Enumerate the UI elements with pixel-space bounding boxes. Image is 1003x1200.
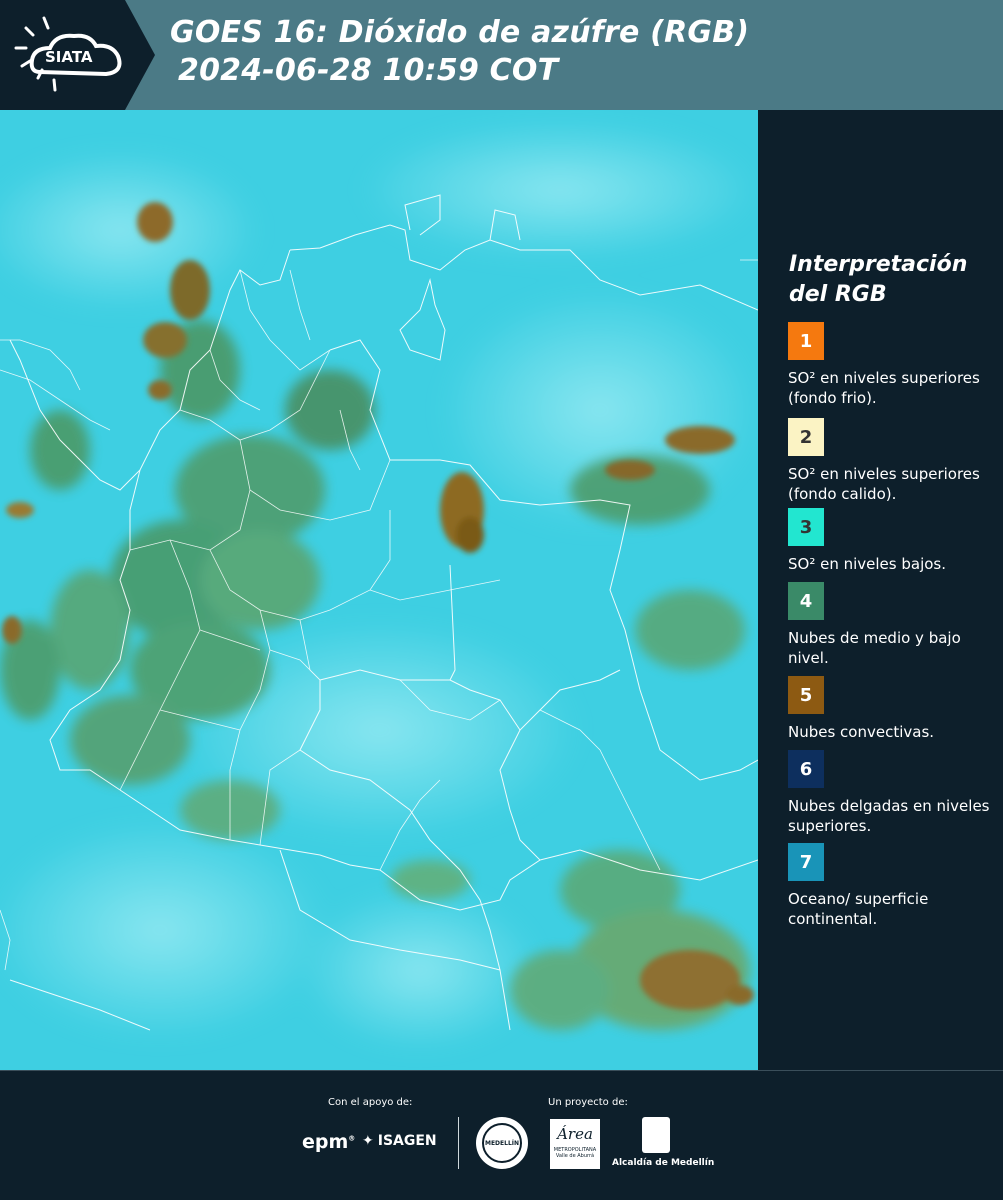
legend-label-4: Nubes de medio y bajo nivel. <box>788 629 961 667</box>
satellite-imagery <box>0 110 758 1070</box>
legend-panel: Interpretación del RGB 1 SO² en niveles … <box>758 110 1003 1070</box>
isagen-logo-text: ISAGEN <box>377 1133 437 1149</box>
legend-label-6: Nubes delgadas en niveles superiores. <box>788 797 990 835</box>
legend-swatch-2: 2 <box>788 418 824 456</box>
legend-swatch-4: 4 <box>788 582 824 620</box>
epm-logo-text: epm <box>302 1131 349 1153</box>
legend-item-4: 4 Nubes de medio y bajo nivel. <box>788 582 998 668</box>
legend-label-2: SO² en niveles superiores (fondo calido)… <box>788 465 980 503</box>
legend-item-7: 7 Oceano/ superficie continental. <box>788 843 998 929</box>
legend-label-3: SO² en niveles bajos. <box>788 555 947 573</box>
siata-logo-graphic: SIATA <box>0 0 155 110</box>
page-title: GOES 16: Dióxido de azúfre (RGB) 2024-06… <box>170 14 749 90</box>
footer-divider <box>458 1117 459 1169</box>
title-product: GOES 16: Dióxido de azúfre (RGB) <box>170 15 750 50</box>
support-label: Con el apoyo de: <box>328 1097 413 1108</box>
isagen-logo: ✦ ISAGEN <box>362 1133 437 1149</box>
legend-label-5: Nubes convectivas. <box>788 723 935 741</box>
legend-label-1: SO² en niveles superiores (fondo frio). <box>788 369 980 407</box>
legend-title-line1: Interpretación <box>789 252 968 277</box>
satellite-map <box>0 110 758 1070</box>
page: SIATA GOES 16: Dióxido de azúfre (RGB) 2… <box>0 0 1003 1200</box>
footer: Con el apoyo de: Un proyecto de: epm® ✦ … <box>0 1070 1003 1200</box>
legend-item-5: 5 Nubes convectivas. <box>788 676 998 742</box>
legend-swatch-7: 7 <box>788 843 824 881</box>
area-logo-sub2: Valle de Aburrá <box>555 1153 595 1159</box>
alcaldia-shield-icon <box>642 1117 670 1153</box>
legend-item-1: 1 SO² en niveles superiores (fondo frio)… <box>788 322 998 408</box>
project-label: Un proyecto de: <box>548 1097 628 1108</box>
title-datetime: 2024-06-28 10:59 COT <box>178 53 559 88</box>
legend-title: Interpretación del RGB <box>789 250 989 310</box>
legend-swatch-6: 6 <box>788 750 824 788</box>
legend-item-3: 3 SO² en niveles bajos. <box>788 508 998 574</box>
header: SIATA GOES 16: Dióxido de azúfre (RGB) 2… <box>0 0 1003 110</box>
area-metropolitana-logo: Área METROPOLITANA Valle de Aburrá <box>550 1119 600 1169</box>
isagen-icon: ✦ <box>362 1133 374 1149</box>
area-logo-text: Área <box>557 1125 593 1143</box>
legend-title-line2: del RGB <box>789 282 887 307</box>
siata-logo: SIATA <box>0 0 155 110</box>
legend-swatch-5: 5 <box>788 676 824 714</box>
legend-item-2: 2 SO² en niveles superiores (fondo calid… <box>788 418 998 504</box>
legend-label-7: Oceano/ superficie continental. <box>788 890 929 928</box>
medellin-seal-text: MEDELLÍN <box>482 1123 522 1163</box>
legend-item-6: 6 Nubes delgadas en niveles superiores. <box>788 750 998 836</box>
siata-logo-text: SIATA <box>45 48 93 66</box>
medellin-seal-logo: MEDELLÍN <box>476 1117 528 1169</box>
legend-swatch-3: 3 <box>788 508 824 546</box>
epm-logo: epm® <box>302 1131 356 1153</box>
legend-swatch-1: 1 <box>788 322 824 360</box>
alcaldia-logo-text: Alcaldía de Medellín <box>612 1158 715 1168</box>
